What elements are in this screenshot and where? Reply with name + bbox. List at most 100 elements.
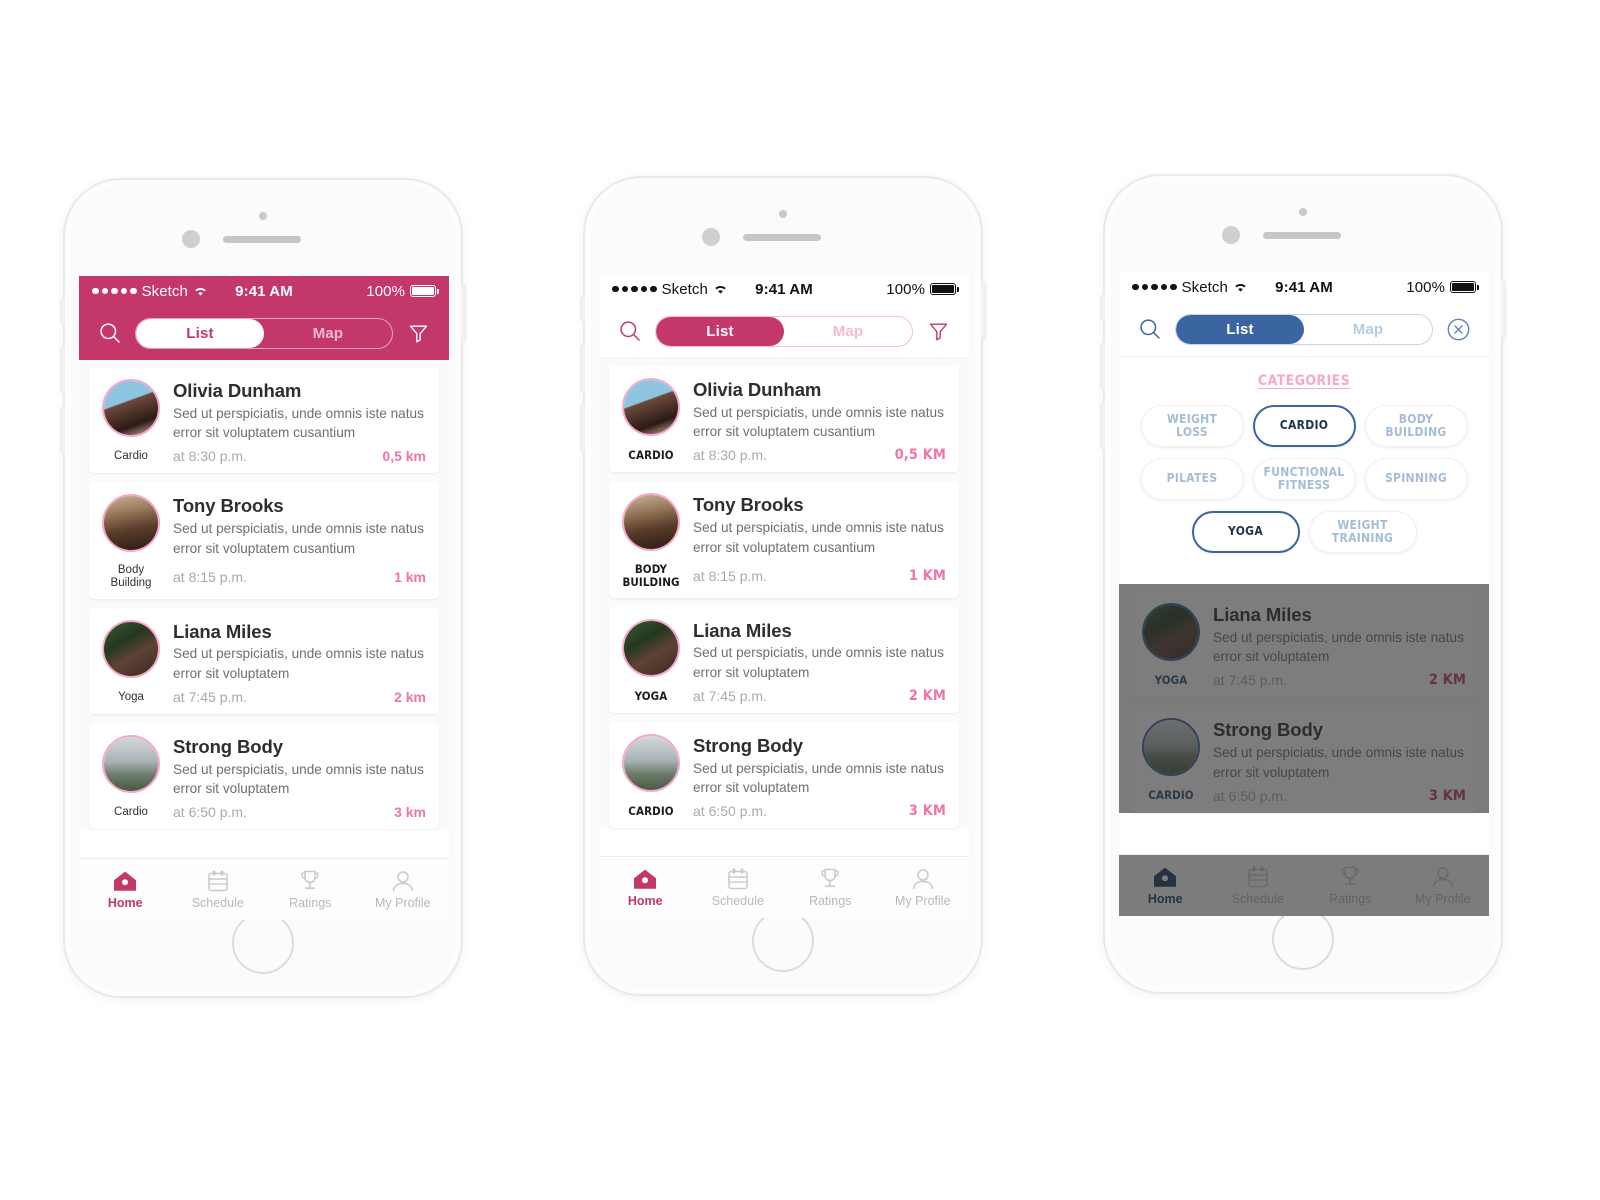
chip-row: Pilates Functional Fitness Spinning bbox=[1133, 458, 1475, 500]
tab-map[interactable]: Map bbox=[264, 319, 392, 348]
clock-label: 9:41 AM bbox=[1275, 278, 1333, 296]
chip-weight-training[interactable]: Weight Training bbox=[1308, 511, 1417, 553]
list-item-time: at 8:15 p.m. bbox=[693, 567, 767, 584]
header-2: Sketch 9:41 AM 100% List Map bbox=[599, 274, 969, 359]
list-item[interactable]: Olivia Dunham Sed ut perspiciatis, unde … bbox=[609, 366, 959, 473]
sidebar-item-my-profile[interactable]: My Profile bbox=[877, 867, 970, 908]
tab-label: My Profile bbox=[374, 896, 431, 910]
avatar bbox=[1142, 718, 1200, 777]
search-icon[interactable] bbox=[615, 316, 645, 346]
list-item[interactable]: Strong Body Sed ut perspiciatis, unde om… bbox=[89, 723, 439, 830]
list-item[interactable]: Strong Body Sed ut perspiciatis, unde om… bbox=[609, 722, 959, 829]
list-item[interactable]: Olivia Dunham Sed ut perspiciatis, unde … bbox=[89, 367, 439, 474]
list-item-category: Cardio bbox=[114, 449, 148, 462]
calendar-icon bbox=[208, 870, 228, 892]
chip-row: Weight Loss Cardio Body Building bbox=[1133, 405, 1475, 447]
tab-list[interactable]: List bbox=[136, 318, 264, 348]
home-hardware-button[interactable] bbox=[232, 912, 294, 974]
categories-filter-panel: Categories Weight Loss Cardio Body Build… bbox=[1119, 357, 1489, 584]
tab-map[interactable]: Map bbox=[784, 317, 912, 346]
avatar bbox=[102, 735, 160, 794]
sidebar-item-home[interactable]: Home bbox=[1119, 865, 1212, 906]
sidebar-item-ratings[interactable]: Ratings bbox=[1304, 865, 1397, 906]
list-item-description: Sed ut perspiciatis, unde omnis iste nat… bbox=[173, 646, 424, 681]
screen-2: Sketch 9:41 AM 100% List Map Olivia Dunh… bbox=[599, 274, 969, 918]
sidebar-item-my-profile[interactable]: My Profile bbox=[1397, 865, 1490, 906]
avatar bbox=[622, 734, 680, 793]
avatar bbox=[102, 494, 160, 553]
sidebar-item-ratings[interactable]: Ratings bbox=[784, 867, 877, 908]
header-1: Sketch 9:41 AM 100% List Map bbox=[79, 276, 449, 360]
person-icon bbox=[392, 871, 413, 892]
carrier-label: Sketch bbox=[661, 280, 708, 298]
list-item-time: at 6:50 p.m. bbox=[173, 804, 247, 821]
tab-label: Schedule bbox=[711, 894, 764, 908]
search-icon[interactable] bbox=[95, 318, 125, 348]
chip-cardio[interactable]: Cardio bbox=[1252, 405, 1356, 447]
home-hardware-button[interactable] bbox=[752, 910, 814, 972]
list-item[interactable]: Liana Miles Sed ut perspiciatis, unde om… bbox=[609, 606, 959, 714]
list-item[interactable]: Tony Brooks Sed ut perspiciatis, unde om… bbox=[609, 481, 959, 598]
list-item-time: at 7:45 p.m. bbox=[1213, 672, 1287, 689]
sidebar-item-schedule[interactable]: Schedule bbox=[172, 869, 265, 910]
tab-label: Home bbox=[1147, 892, 1183, 906]
home-icon bbox=[114, 871, 137, 891]
search-icon[interactable] bbox=[1135, 314, 1165, 344]
chip-row: Yoga Weight Training bbox=[1133, 511, 1475, 553]
tab-map[interactable]: Map bbox=[1304, 315, 1432, 344]
bottom-tab-bar: Home Schedule Ratings My Profile bbox=[1119, 854, 1489, 916]
list-item[interactable]: Tony Brooks Sed ut perspiciatis, unde om… bbox=[89, 482, 439, 599]
tab-label: Ratings bbox=[289, 896, 332, 910]
volume-down-button bbox=[60, 406, 65, 454]
sidebar-item-schedule[interactable]: Schedule bbox=[1212, 865, 1305, 906]
list-item-time: at 8:30 p.m. bbox=[173, 448, 247, 465]
chip-spinning[interactable]: Spinning bbox=[1364, 458, 1468, 500]
list-item-description: Sed ut perspiciatis, unde omnis iste nat… bbox=[173, 405, 424, 441]
chip-functional-fitness[interactable]: Functional Fitness bbox=[1252, 458, 1356, 500]
battery-full-icon bbox=[410, 285, 440, 297]
earpiece-speaker bbox=[1263, 232, 1341, 239]
sidebar-item-ratings[interactable]: Ratings bbox=[264, 869, 357, 910]
battery-percent-label: 100% bbox=[366, 282, 406, 300]
chip-pilates[interactable]: Pilates bbox=[1140, 458, 1244, 500]
list-map-segmented-control[interactable]: List Map bbox=[1175, 313, 1433, 345]
filter-funnel-icon[interactable] bbox=[403, 318, 433, 348]
sidebar-item-schedule[interactable]: Schedule bbox=[692, 867, 785, 908]
wifi-icon bbox=[713, 284, 728, 295]
screenshot-stage: Sketch 9:41 AM 100% List Map Olivia Dunh… bbox=[0, 0, 1600, 1200]
sidebar-item-my-profile[interactable]: My Profile bbox=[357, 869, 450, 910]
list-item-category: Cardio bbox=[114, 806, 148, 818]
home-icon bbox=[634, 869, 657, 889]
volume-up-button bbox=[1100, 342, 1105, 390]
navbar: List Map bbox=[599, 304, 969, 358]
list-map-segmented-control[interactable]: List Map bbox=[655, 315, 913, 347]
close-circle-icon[interactable] bbox=[1443, 314, 1473, 344]
home-hardware-button[interactable] bbox=[1272, 908, 1334, 970]
filter-funnel-icon[interactable] bbox=[923, 316, 953, 346]
mute-switch bbox=[1100, 294, 1105, 320]
chip-body-building[interactable]: Body Building bbox=[1364, 405, 1468, 447]
list-map-segmented-control[interactable]: List Map bbox=[135, 317, 393, 349]
battery-percent-label: 100% bbox=[886, 280, 926, 298]
volume-down-button bbox=[580, 404, 585, 452]
tab-list[interactable]: List bbox=[1176, 314, 1304, 344]
bottom-tab-bar: Home Schedule Ratings My Profile bbox=[79, 858, 449, 920]
proximity-sensor-icon bbox=[182, 230, 200, 248]
sidebar-item-home[interactable]: Home bbox=[599, 867, 692, 908]
chip-weight-loss[interactable]: Weight Loss bbox=[1140, 405, 1244, 447]
volume-down-button bbox=[1100, 402, 1105, 450]
list-item[interactable]: Strong Body Sed ut perspiciatis, unde om… bbox=[1129, 706, 1479, 813]
list-item[interactable]: Liana Miles Sed ut perspiciatis, unde om… bbox=[1129, 591, 1479, 698]
chip-yoga[interactable]: Yoga bbox=[1191, 511, 1300, 553]
navbar: List Map bbox=[79, 306, 449, 360]
dimmed-list-region: Liana Miles Sed ut perspiciatis, unde om… bbox=[1119, 584, 1489, 813]
list-item[interactable]: Liana Miles Sed ut perspiciatis, unde om… bbox=[89, 607, 439, 715]
list-item-distance: 3 KM bbox=[908, 803, 946, 820]
proximity-sensor-icon bbox=[1222, 226, 1240, 244]
clock-label: 9:41 AM bbox=[235, 282, 293, 300]
trophy-icon bbox=[821, 868, 839, 887]
list-item-category: YOGA bbox=[1154, 672, 1188, 687]
tab-list[interactable]: List bbox=[656, 316, 784, 346]
sidebar-item-home[interactable]: Home bbox=[79, 869, 172, 910]
header-3: Sketch 9:41 AM 100% List Map bbox=[1119, 272, 1489, 357]
